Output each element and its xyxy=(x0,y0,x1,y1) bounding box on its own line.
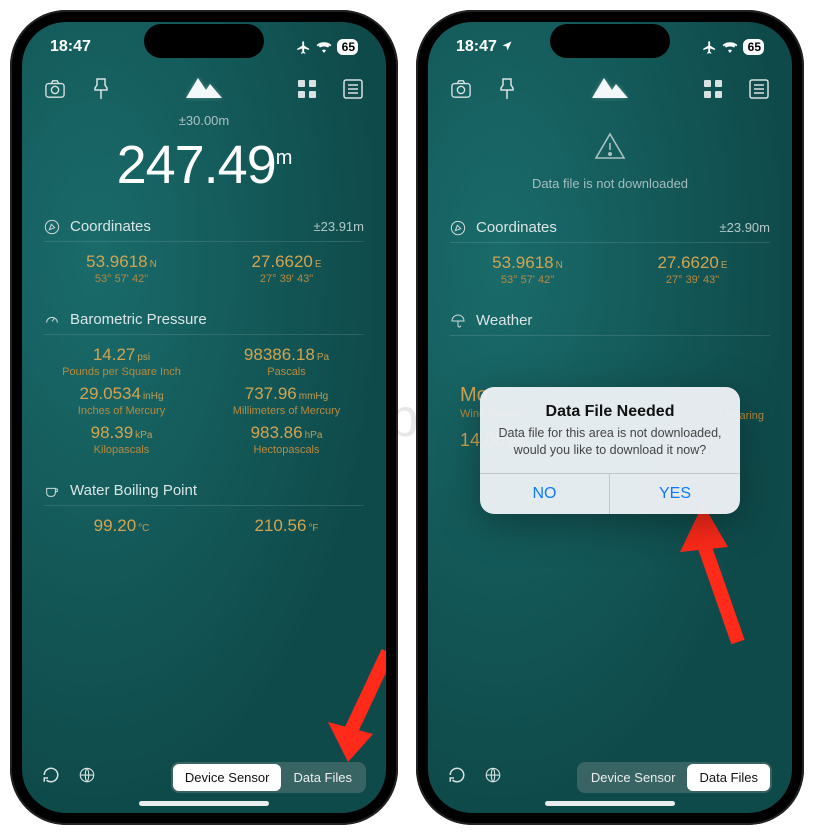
alert-title: Data File Needed xyxy=(498,403,722,421)
baro-grid: 14.27psiPounds per Square Inch 98386.18P… xyxy=(44,345,364,456)
section-title: Barometric Pressure xyxy=(70,311,207,328)
status-right: 65 xyxy=(702,39,764,55)
section-title: Coordinates xyxy=(476,219,557,236)
compass-icon xyxy=(450,220,466,236)
gauge-icon xyxy=(44,312,60,328)
annotation-arrow xyxy=(668,492,768,652)
section-title: Coordinates xyxy=(70,218,151,235)
status-time: 18:47 xyxy=(50,38,91,56)
battery-indicator: 65 xyxy=(337,39,358,55)
seg-device-sensor[interactable]: Device Sensor xyxy=(173,764,282,791)
warning-icon xyxy=(593,131,627,161)
cup-icon xyxy=(44,483,60,499)
screen-right: 18:47 65 Data file is not downloaded xyxy=(428,22,792,813)
list-icon[interactable] xyxy=(748,78,770,100)
top-toolbar xyxy=(428,60,792,107)
seg-data-files[interactable]: Data Files xyxy=(281,764,364,791)
list-icon[interactable] xyxy=(342,78,364,100)
lon-decimal: 27.6620E xyxy=(615,253,770,273)
app-logo xyxy=(112,70,296,107)
altitude-accuracy: ±30.00m xyxy=(22,113,386,128)
status-right: 65 xyxy=(296,39,358,55)
globe-icon[interactable] xyxy=(484,766,502,789)
grid-icon[interactable] xyxy=(296,78,318,100)
lat-dms: 53° 57' 42" xyxy=(44,273,199,285)
section-title: Weather xyxy=(476,312,532,329)
coords-accuracy: ±23.90m xyxy=(720,220,771,235)
pin-icon[interactable] xyxy=(496,78,518,100)
section-barometric: Barometric Pressure 14.27psiPounds per S… xyxy=(22,299,386,470)
lat-decimal: 53.9618N xyxy=(44,252,199,272)
boil-f: 210.56°F xyxy=(209,516,364,536)
airplane-icon xyxy=(702,40,717,55)
altitude-value: 247.49m xyxy=(22,134,386,196)
refresh-icon[interactable] xyxy=(448,766,466,789)
pin-icon[interactable] xyxy=(90,78,112,100)
section-boiling: Water Boiling Point 99.20°C 210.56°F xyxy=(22,470,386,550)
wifi-icon xyxy=(722,41,738,53)
lat-decimal: 53.9618N xyxy=(450,253,605,273)
screen-left: 18:47 65 ±30.00m 247.49m xyxy=(22,22,386,813)
lon-dms: 27° 39' 43" xyxy=(615,274,770,286)
coords-accuracy: ±23.91m xyxy=(314,219,365,234)
compass-icon xyxy=(44,219,60,235)
warning-message: Data file is not downloaded xyxy=(428,176,792,191)
hero-warning: Data file is not downloaded xyxy=(428,107,792,207)
bottom-bar: Device Sensor Data Files xyxy=(22,762,386,793)
top-toolbar xyxy=(22,60,386,107)
phone-mockup-left: 18:47 65 ±30.00m 247.49m xyxy=(10,10,398,825)
lon-decimal: 27.6620E xyxy=(209,252,364,272)
alert-yes-button[interactable]: YES xyxy=(610,474,740,514)
seg-device-sensor[interactable]: Device Sensor xyxy=(579,764,688,791)
notch xyxy=(550,24,670,58)
lat-dms: 53° 57' 42" xyxy=(450,274,605,286)
location-icon xyxy=(501,40,513,52)
annotation-arrow xyxy=(318,642,386,772)
seg-data-files[interactable]: Data Files xyxy=(687,764,770,791)
phone-mockup-right: 18:47 65 Data file is not downloaded xyxy=(416,10,804,825)
battery-indicator: 65 xyxy=(743,39,764,55)
airplane-icon xyxy=(296,40,311,55)
bottom-bar: Device Sensor Data Files xyxy=(428,762,792,793)
alert-no-button[interactable]: NO xyxy=(480,474,610,514)
refresh-icon[interactable] xyxy=(42,766,60,789)
hero-altitude: ±30.00m 247.49m xyxy=(22,107,386,206)
altitude-unit: m xyxy=(276,147,292,169)
home-indicator xyxy=(545,801,675,806)
wifi-icon xyxy=(316,41,332,53)
lon-dms: 27° 39' 43" xyxy=(209,273,364,285)
app-logo xyxy=(518,70,702,107)
notch xyxy=(144,24,264,58)
camera-icon[interactable] xyxy=(44,78,66,100)
section-coordinates: Coordinates ±23.90m 53.9618N 53° 57' 42"… xyxy=(428,207,792,300)
grid-icon[interactable] xyxy=(702,78,724,100)
boil-c: 99.20°C xyxy=(44,516,199,536)
segmented-control[interactable]: Device Sensor Data Files xyxy=(577,762,772,793)
globe-icon[interactable] xyxy=(78,766,96,789)
alert-message: Data file for this area is not downloade… xyxy=(498,425,722,459)
altitude-number: 247.49 xyxy=(117,135,276,195)
umbrella-icon xyxy=(450,313,466,329)
segmented-control[interactable]: Device Sensor Data Files xyxy=(171,762,366,793)
section-title: Water Boiling Point xyxy=(70,482,197,499)
camera-icon[interactable] xyxy=(450,78,472,100)
alert-dialog: Data File Needed Data file for this area… xyxy=(480,387,740,514)
home-indicator xyxy=(139,801,269,806)
section-coordinates: Coordinates ±23.91m 53.9618N 53° 57' 42"… xyxy=(22,206,386,299)
status-time: 18:47 xyxy=(456,38,513,56)
